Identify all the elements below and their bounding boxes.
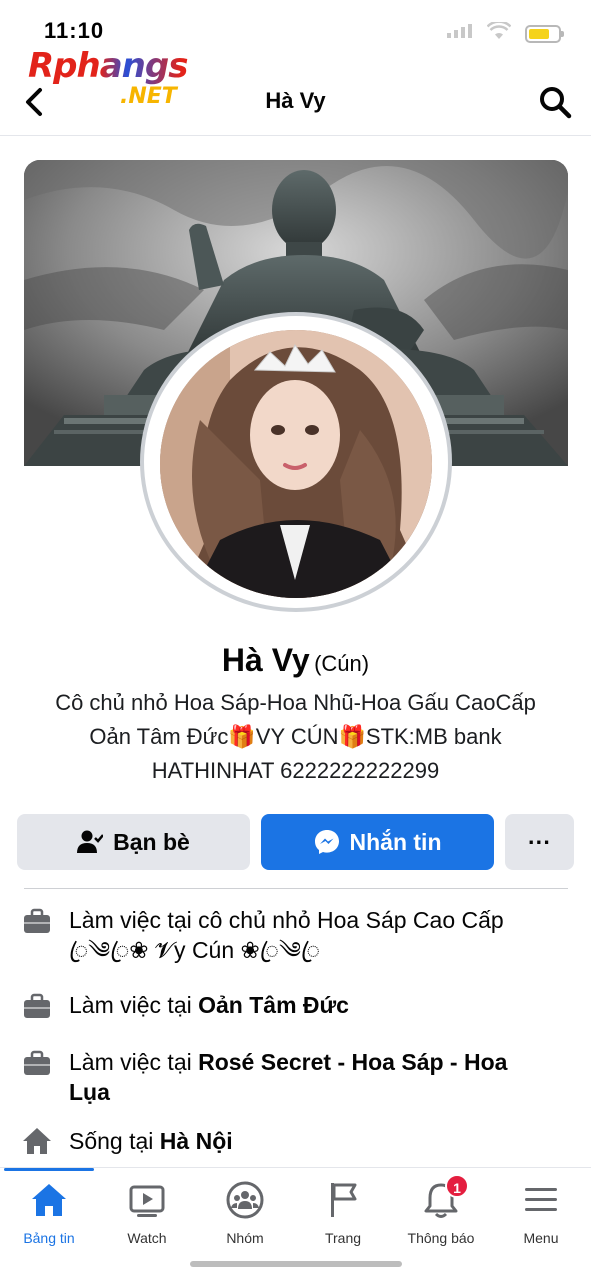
- bio-line: Oản Tâm Đức🎁VY CÚN🎁STK:MB bank: [89, 724, 502, 749]
- info-text: Sống tại Hà Nội: [69, 1126, 569, 1156]
- tab-label: Thông báo: [407, 1230, 475, 1246]
- divider: [24, 888, 568, 889]
- house-icon: [23, 1128, 51, 1154]
- friends-button[interactable]: Bạn bè: [17, 814, 250, 870]
- battery-icon: [525, 24, 564, 43]
- friends-button-label: Bạn bè: [113, 828, 190, 855]
- tab-label: Nhóm: [226, 1230, 264, 1246]
- bio-line: Cô chủ nhỏ Hoa Sáp-Hoa Nhũ-Hoa Gấu CaoCấ…: [55, 690, 536, 715]
- info-text: Làm việc tại cô chủ nhỏ Hoa Sáp Cao Cấp …: [69, 905, 569, 965]
- info-value: cô chủ nhỏ Hoa Sáp Cao Cấp: [198, 907, 504, 933]
- more-options-icon: ···: [528, 828, 551, 855]
- info-text: Làm việc tại Rosé Secret - Hoa Sáp - Hoa…: [69, 1047, 569, 1107]
- signal-icon: [447, 24, 473, 43]
- info-prefix: Làm việc tại: [69, 907, 199, 933]
- profile-photo-image: [160, 330, 432, 598]
- chevron-left-icon: [26, 88, 42, 116]
- info-value[interactable]: Rosé Secret - Hoa Sáp - Hoa: [198, 1049, 507, 1075]
- tab-label: Bảng tin: [23, 1230, 75, 1246]
- profile-bio: Cô chủ nhỏ Hoa Sáp-Hoa Nhũ-Hoa Gấu CaoCấ…: [20, 686, 571, 788]
- active-tab-indicator: [4, 1168, 94, 1171]
- info-value[interactable]: Oản Tâm Đức: [198, 992, 349, 1018]
- tab-label: Watch: [127, 1230, 167, 1246]
- briefcase-icon: [24, 908, 50, 933]
- more-options-button[interactable]: ···: [505, 814, 574, 870]
- back-button[interactable]: [20, 84, 50, 120]
- tab-news-feed[interactable]: Bảng tin: [0, 1180, 98, 1256]
- search-button[interactable]: [537, 84, 573, 120]
- info-prefix: Làm việc tại: [69, 1049, 199, 1075]
- status-time: 11:10: [44, 18, 105, 43]
- home-icon: [29, 1180, 69, 1220]
- briefcase-icon: [24, 1050, 50, 1075]
- message-button-label: Nhắn tin: [349, 828, 442, 855]
- info-row-work[interactable]: Làm việc tại Oản Tâm Đức: [0, 990, 591, 1026]
- tab-label: Menu: [523, 1230, 559, 1246]
- profile-name-main: Hà Vy: [221, 642, 310, 678]
- watch-video-icon: [127, 1180, 167, 1220]
- message-button[interactable]: Nhắn tin: [261, 814, 494, 870]
- profile-alternate-name: (Cún): [314, 651, 370, 676]
- profile-name: Hà Vy (Cún): [0, 642, 591, 679]
- info-value[interactable]: Hà Nội: [160, 1128, 233, 1154]
- home-indicator[interactable]: [190, 1261, 402, 1267]
- bottom-tab-bar: Bảng tin Watch Nhóm Trang 1 Thông báo Me…: [0, 1167, 591, 1280]
- flag-icon: [323, 1180, 363, 1220]
- search-icon: [540, 87, 572, 119]
- info-text: Làm việc tại Oản Tâm Đức: [69, 990, 569, 1020]
- briefcase-icon: [24, 993, 50, 1018]
- tab-notifications[interactable]: 1 Thông báo: [392, 1174, 490, 1256]
- bio-line: HATHINHAT 6222222222299: [151, 758, 440, 783]
- notification-badge: 1: [445, 1174, 469, 1198]
- messenger-icon: [314, 830, 339, 854]
- bell-icon: 1: [421, 1174, 469, 1220]
- hamburger-icon: [521, 1180, 561, 1220]
- info-row-lives[interactable]: Sống tại Hà Nội: [0, 1126, 591, 1162]
- tab-label: Trang: [324, 1230, 362, 1246]
- friend-check-icon: [77, 830, 104, 853]
- info-row-work[interactable]: Làm việc tại cô chủ nhỏ Hoa Sáp Cao Cấp …: [0, 905, 591, 975]
- info-value-line2: ꦿ༄ꦿ❀ 𝓥y Cún ❀ꦿ༄ꦿ: [69, 937, 321, 963]
- top-navigation: Hà Vy: [0, 70, 591, 136]
- status-icons: [447, 20, 564, 45]
- info-row-work[interactable]: Làm việc tại Rosé Secret - Hoa Sáp - Hoa…: [0, 1047, 591, 1111]
- info-prefix: Làm việc tại: [69, 992, 199, 1018]
- tab-groups[interactable]: Nhóm: [196, 1180, 294, 1256]
- groups-icon: [225, 1180, 265, 1220]
- tab-pages[interactable]: Trang: [294, 1180, 392, 1256]
- tab-menu[interactable]: Menu: [492, 1180, 590, 1256]
- profile-avatar[interactable]: [160, 330, 432, 598]
- wifi-icon: [486, 20, 512, 45]
- tab-watch[interactable]: Watch: [98, 1180, 196, 1256]
- page-title: Hà Vy: [265, 88, 326, 113]
- info-prefix: Sống tại: [69, 1128, 160, 1154]
- info-value-line2[interactable]: Lụa: [69, 1079, 110, 1105]
